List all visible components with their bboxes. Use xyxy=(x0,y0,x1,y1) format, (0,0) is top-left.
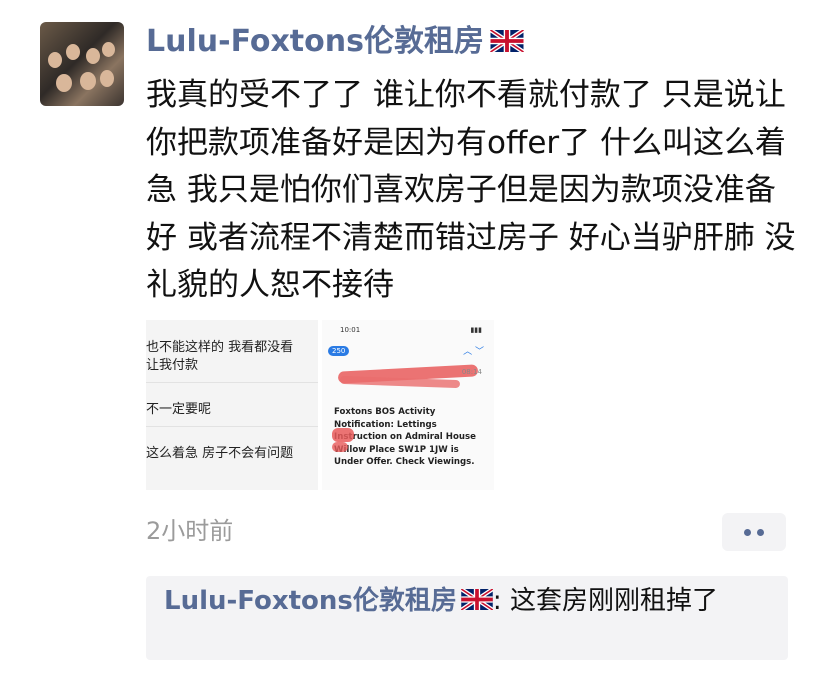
divider xyxy=(146,382,318,383)
email-body: Foxtons BOS Activity Notification: Letti… xyxy=(334,407,476,467)
comment-separator: : xyxy=(492,586,510,616)
post-text: 我真的受不了了 谁让你不看就付款了 只是说让你把款项准备好是因为有offer了 … xyxy=(146,77,796,303)
comment-text: 这套房刚刚租掉了 xyxy=(509,586,718,616)
author-name-text[interactable]: Lulu-Foxtons伦敦租房 xyxy=(146,24,484,59)
comment-item[interactable]: Lulu-Foxtons伦敦租房: 这套房刚刚租掉了 xyxy=(164,584,774,619)
chat-line: 让我付款 xyxy=(146,358,199,373)
chat-line: 不一定要呢 xyxy=(146,402,212,417)
redaction-mark xyxy=(332,442,348,452)
uk-flag-icon xyxy=(489,23,525,63)
comment-box: Lulu-Foxtons伦敦租房: 这套房刚刚租掉了 xyxy=(146,576,788,660)
chevron-up-down-icon: ︿ ﹀ xyxy=(463,347,484,357)
comment-author[interactable]: Lulu-Foxtons伦敦租房 xyxy=(164,586,457,616)
more-dots-icon xyxy=(741,522,767,541)
inbox-badge: 250 xyxy=(328,346,350,356)
author-name[interactable]: Lulu-Foxtons伦敦租房 xyxy=(146,22,525,63)
image-thumbnail-chat[interactable]: 也不能这样的 我看都没看 让我付款 不一定要呢 这么着急 房子不会有问题 xyxy=(146,320,318,490)
uk-flag-icon xyxy=(460,585,494,619)
chat-line: 这么着急 房子不会有问题 xyxy=(146,446,294,461)
more-options-button[interactable] xyxy=(722,513,786,551)
post-timestamp: 2小时前 xyxy=(146,517,234,545)
email-time: 08:14 xyxy=(461,368,482,376)
battery-icon: ▮▮▮ xyxy=(470,326,482,334)
author-avatar[interactable] xyxy=(40,22,124,106)
chat-line: 也不能这样的 我看都没看 xyxy=(146,340,294,355)
image-thumbnail-email[interactable]: 10:01 ▮▮▮ 250 ︿ ﹀ 08:14 Foxtons BOS Acti… xyxy=(322,320,494,490)
divider xyxy=(146,426,318,427)
status-time: 10:01 xyxy=(340,326,361,334)
redaction-mark xyxy=(332,428,354,442)
